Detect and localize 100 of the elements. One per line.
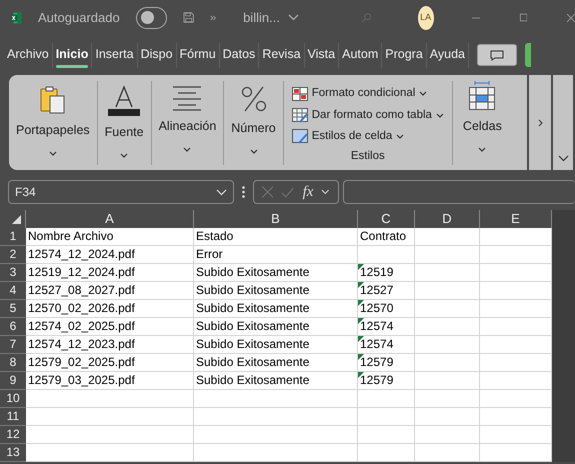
insert-function-button[interactable]: fx — [302, 184, 314, 200]
minimize-icon[interactable] — [472, 16, 480, 18]
file-name[interactable]: billin... — [243, 8, 280, 28]
table-cell[interactable] — [26, 444, 194, 462]
more-icon[interactable] — [242, 186, 245, 198]
table-cell[interactable] — [480, 264, 552, 282]
table-cell[interactable] — [26, 390, 194, 408]
table-cell[interactable]: 12574_12_2024.pdf — [26, 246, 194, 264]
table-cell[interactable] — [415, 336, 480, 354]
table-cell[interactable]: 12579_03_2025.pdf — [26, 372, 194, 390]
ribbon-tab[interactable]: Autom — [339, 42, 382, 68]
ribbon-group-button[interactable]: Portapapeles — [16, 121, 90, 140]
table-cell[interactable] — [480, 246, 552, 264]
table-cell[interactable]: 12574_02_2025.pdf — [26, 318, 194, 336]
table-cell[interactable] — [415, 228, 480, 246]
table-cell[interactable] — [415, 426, 480, 444]
ribbon-collapse-button[interactable] — [553, 75, 573, 170]
ribbon-group-button[interactable]: Celdas — [462, 117, 502, 136]
table-cell[interactable] — [26, 408, 194, 426]
table-cell[interactable]: 12579 — [358, 372, 415, 390]
table-cell[interactable]: 12579_02_2025.pdf — [26, 354, 194, 372]
table-cell[interactable] — [480, 228, 552, 246]
table-cell[interactable] — [26, 426, 194, 444]
table-cell[interactable] — [415, 318, 480, 336]
styles-menu-item[interactable]: Dar formato como tabla — [312, 106, 432, 124]
caret-icon[interactable] — [288, 14, 299, 21]
table-cell[interactable] — [415, 408, 480, 426]
table-cell[interactable] — [194, 426, 358, 444]
ribbon-tab[interactable]: Dispo — [138, 42, 177, 68]
ribbon-tab[interactable]: Datos — [220, 42, 260, 68]
table-cell[interactable]: Subido Exitosamente — [194, 354, 358, 372]
table-cell[interactable]: Subido Exitosamente — [194, 300, 358, 318]
table-cell[interactable]: Nombre Archivo — [26, 228, 194, 246]
table-cell[interactable] — [358, 444, 415, 462]
table-cell[interactable]: 12574 — [358, 336, 415, 354]
table-cell[interactable] — [480, 426, 552, 444]
table-cell[interactable]: 12570 — [358, 300, 415, 318]
table-cell[interactable] — [415, 444, 480, 462]
formula-input[interactable] — [343, 180, 575, 204]
scroll-bar[interactable] — [552, 210, 575, 462]
table-cell[interactable] — [480, 390, 552, 408]
table-cell[interactable] — [358, 390, 415, 408]
maximize-icon[interactable] — [520, 12, 527, 23]
more-commands-icon[interactable] — [210, 14, 218, 22]
table-cell[interactable] — [480, 372, 552, 390]
table-cell[interactable]: 12527 — [358, 282, 415, 300]
styles-menu-item[interactable]: Formato condicional — [312, 85, 416, 102]
ribbon-tab[interactable]: Progra — [382, 42, 427, 68]
table-cell[interactable]: Subido Exitosamente — [194, 318, 358, 336]
table-cell[interactable]: 12527_08_2027.pdf — [26, 282, 194, 300]
table-cell[interactable]: Contrato — [358, 228, 415, 246]
table-cell[interactable] — [415, 246, 480, 264]
ribbon-scroll-button[interactable] — [529, 75, 551, 170]
table-cell[interactable]: Subido Exitosamente — [194, 282, 358, 300]
table-cell[interactable] — [415, 282, 480, 300]
share-button[interactable] — [525, 43, 531, 67]
close-icon[interactable] — [566, 12, 575, 24]
table-cell[interactable]: 12579 — [358, 354, 415, 372]
table-cell[interactable]: 12574 — [358, 318, 415, 336]
ribbon-group-button[interactable]: Número — [231, 119, 276, 138]
table-cell[interactable] — [480, 408, 552, 426]
table-cell[interactable]: Subido Exitosamente — [194, 264, 358, 282]
table-cell[interactable]: Estado — [194, 228, 358, 246]
ribbon-group-button[interactable]: Fuente — [104, 123, 144, 142]
table-cell[interactable]: 12570_02_2026.pdf — [26, 300, 194, 318]
table-cell[interactable] — [480, 336, 552, 354]
ribbon-tab[interactable]: Archivo — [4, 42, 53, 68]
name-box[interactable]: F34 — [8, 180, 234, 204]
styles-menu-item[interactable]: Estilos de celda — [312, 128, 392, 146]
autosave-toggle[interactable] — [136, 6, 168, 28]
table-cell[interactable] — [415, 354, 480, 372]
table-cell[interactable] — [358, 426, 415, 444]
table-cell[interactable] — [415, 264, 480, 282]
table-cell[interactable] — [415, 390, 480, 408]
table-cell[interactable] — [415, 372, 480, 390]
table-cell[interactable] — [480, 444, 552, 462]
ribbon-tab[interactable]: Revisa — [259, 42, 305, 68]
comments-button[interactable] — [477, 44, 517, 66]
ribbon-tab[interactable]: Inserta — [92, 42, 138, 68]
table-cell[interactable] — [480, 282, 552, 300]
table-cell[interactable]: Error — [194, 246, 358, 264]
ribbon-tab[interactable]: Ayuda — [426, 42, 469, 68]
ribbon-tab[interactable]: Inicio — [52, 42, 92, 68]
ribbon-group-button[interactable]: Alineación — [158, 117, 216, 136]
table-cell[interactable] — [194, 444, 358, 462]
ribbon-tab[interactable]: Vista — [304, 42, 340, 68]
table-cell[interactable] — [358, 246, 415, 264]
table-cell[interactable]: Subido Exitosamente — [194, 372, 358, 390]
table-cell[interactable] — [415, 300, 480, 318]
table-cell[interactable]: 12574_12_2023.pdf — [26, 336, 194, 354]
table-cell[interactable]: 12519_12_2024.pdf — [26, 264, 194, 282]
table-cell[interactable] — [358, 408, 415, 426]
table-cell[interactable]: Subido Exitosamente — [194, 336, 358, 354]
table-cell[interactable] — [480, 354, 552, 372]
ribbon-tab[interactable]: Fórmu — [176, 42, 220, 68]
user-avatar[interactable]: LA — [418, 6, 434, 30]
table-cell[interactable] — [194, 408, 358, 426]
table-cell[interactable] — [480, 318, 552, 336]
check-icon[interactable] — [281, 186, 295, 198]
table-cell[interactable] — [480, 300, 552, 318]
